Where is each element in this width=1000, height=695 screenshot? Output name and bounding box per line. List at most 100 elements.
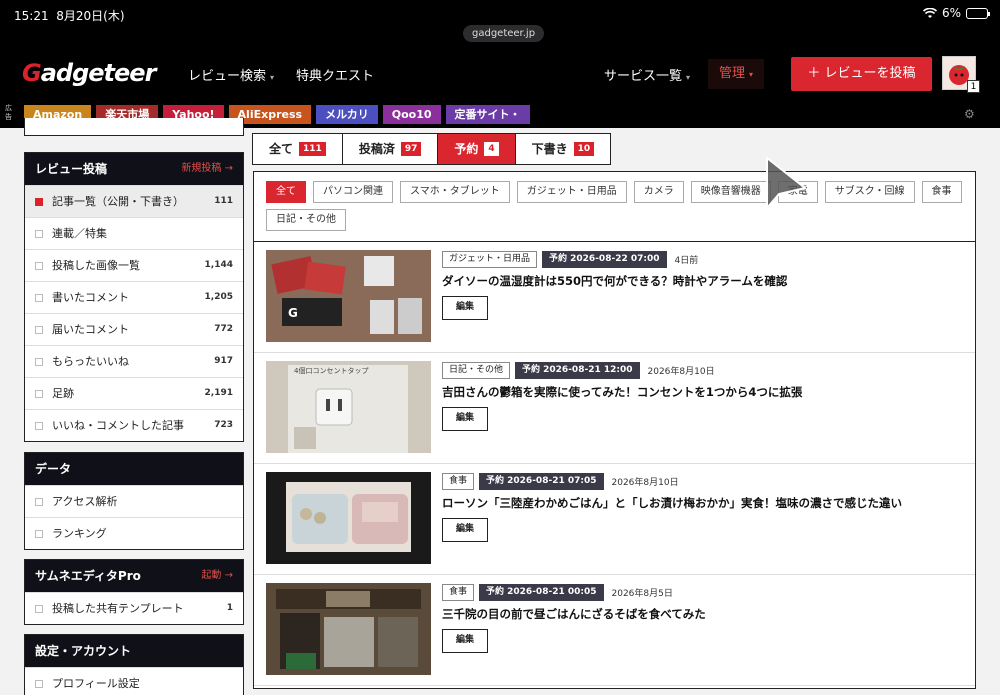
tab-label: 投稿済 [358,142,395,156]
post-thumbnail[interactable] [266,472,431,564]
category-filter[interactable]: 映像音響機器 [690,181,771,203]
services-menu[interactable]: サービス一覧 ▾ [604,65,690,84]
sidebar-item[interactable]: 連載／特集 [25,217,243,249]
panel-title: 設定・アカウント [25,635,243,667]
tab-count-badge: 10 [573,142,595,156]
tab-label: 全て [269,142,294,156]
site-header: Gadgeteer レビュー検索 ▾ 特典クエスト サービス一覧 ▾ 管理 ▾ ＋ レ… [0,48,1000,100]
category-tag[interactable]: 日記・その他 [442,362,511,379]
battery-percent: 6% [941,6,961,20]
sidebar-item[interactable]: 届いたコメント 772 [25,313,243,345]
sidebar-item[interactable]: 書いたコメント 1,205 [25,281,243,313]
gear-icon[interactable]: ⚙ [964,107,975,121]
post-thumbnail[interactable] [266,583,431,675]
sidebar-item[interactable]: もらったいいね 917 [25,345,243,377]
site-logo[interactable]: Gadgeteer [22,59,156,87]
post-date: 4日前 [674,256,699,266]
article-list: 全て パソコン関連 スマホ・タブレット ガジェット・日用品 カメラ 映像音響機器 家電 サブス… [253,171,976,689]
new-post-link[interactable]: 新規投稿 → [181,153,233,185]
schedule-badge: 予約 2026-08-22 07:00 [542,251,667,268]
sidebar-item-label: アクセス解析 [52,495,118,508]
sidebar-item[interactable]: いいね・コメントした記事 723 [25,409,243,441]
category-tag[interactable]: 食事 [442,473,475,490]
edit-button[interactable]: 編集 [442,518,488,542]
edit-button[interactable]: 編集 [442,407,488,431]
launch-link[interactable]: 起動 → [201,560,233,592]
sidebar-item[interactable]: プロフィール設定 [25,667,243,695]
caret-down-icon: ▾ [749,70,754,79]
category-filter[interactable]: 食事 [921,181,962,203]
sidebar-item-label: もらったいいね [52,355,129,368]
ad-link[interactable]: 定番サイト・ [445,105,530,124]
sidebar-thumbnail-panel: サムネエディタPro 起動 → 投稿した共有テンプレート 1 [24,559,244,625]
sidebar-item[interactable]: アクセス解析 [25,485,243,517]
edit-button[interactable]: 編集 [442,296,488,320]
edit-button[interactable]: 編集 [442,629,488,653]
sidebar-panel-top-remnant [24,118,244,136]
bullet-square-icon [35,530,43,538]
post-thumbnail[interactable]: 4個口コンセントタップ [266,361,431,453]
panel-title: サムネエディタPro 起動 → [25,560,243,592]
post-row: G ガジェット・日用品 予約 2026-08-22 07:00 4日前ダイソーの温湿度… [254,242,975,353]
status-right: 6% [922,6,990,20]
sidebar-item-label: 記事一覧（公開・下書き） [52,195,184,208]
sidebar-item-label: いいね・コメントした記事 [52,419,184,432]
category-tag[interactable]: ガジェット・日用品 [442,251,538,268]
nav-bonus-quest[interactable]: 特典クエスト [296,65,374,84]
post-title[interactable]: ローソン「三陸産わかめごはん」と「しお漬け梅おかか」実食！塩味の濃さで感じた違い [442,495,902,511]
ad-link[interactable]: Qoo10 [382,105,441,124]
battery-icon [966,7,990,19]
panel-title: レビュー投稿 新規投稿 → [25,153,243,185]
tab[interactable]: 全て 111 [252,133,343,165]
sidebar-item-count: 111 [214,196,233,206]
caret-down-icon: ▾ [686,73,691,82]
pointer-cursor-icon [766,156,808,211]
url-pill[interactable]: gadgeteer.jp [463,25,545,42]
post-title[interactable]: ダイソーの温湿度計は550円で何ができる？時計やアラームを確認 [442,273,787,289]
sidebar-item[interactable]: 投稿した共有テンプレート 1 [25,592,243,624]
post-date: 2026年8月10日 [647,367,715,377]
post-title[interactable]: 吉田さんの鬱箱を実際に使ってみた！コンセントを1つから4つに拡張 [442,384,802,400]
bullet-square-icon [35,498,43,506]
post-row: 食事 予約 2026-08-21 00:05 2026年8月5日 三千院の目の前で昼ご… [254,575,975,686]
post-thumbnail[interactable]: G [266,250,431,342]
tab-count-badge: 111 [299,142,326,156]
bullet-square-icon [35,358,43,366]
avatar-badge: 1 [967,80,980,93]
schedule-badge: 予約 2026-08-21 12:00 [515,362,640,379]
sidebar-item-label: ランキング [52,527,107,540]
sidebar-item[interactable]: 記事一覧（公開・下書き） 111 [25,185,243,217]
sidebar-item[interactable]: ランキング [25,517,243,549]
tab[interactable]: 投稿済 97 [341,133,439,165]
bullet-square-icon [35,198,43,206]
manage-menu[interactable]: 管理 ▾ [708,59,765,89]
category-filter[interactable]: 全て [266,181,306,203]
bullet-square-icon [35,230,43,238]
ad-link[interactable]: メルカリ [316,105,378,124]
sidebar-item-label: 届いたコメント [52,323,129,336]
status-tabs: 全て 111 投稿済 97 予約 4 下書き 10 [252,133,612,165]
tab[interactable]: 下書き 10 [514,133,612,165]
sidebar-item[interactable]: 足跡 2,191 [25,377,243,409]
tab[interactable]: 予約 4 [437,133,516,165]
status-bar: 15:21 8月20日(木) 6% gadgeteer.jp [0,0,1000,48]
bullet-square-icon [35,326,43,334]
category-filter[interactable]: カメラ [633,181,684,203]
post-review-button[interactable]: ＋ レビューを投稿 [791,57,932,91]
category-filter[interactable]: パソコン関連 [313,181,393,203]
sidebar-item-label: 投稿した画像一覧 [52,259,140,272]
bullet-square-icon [35,390,43,398]
bullet-square-icon [35,294,43,302]
wifi-icon [922,7,937,18]
category-filter[interactable]: サブスク・回線 [824,181,915,203]
sidebar-item-count: 2,191 [204,388,233,398]
category-tag[interactable]: 食事 [442,584,475,601]
schedule-badge: 予約 2026-08-21 07:05 [479,473,604,490]
tab-count-badge: 4 [484,142,499,156]
sidebar-item[interactable]: 投稿した画像一覧 1,144 [25,249,243,281]
category-filter[interactable]: 日記・その他 [266,209,346,231]
nav-review-search[interactable]: レビュー検索 ▾ [188,65,274,84]
post-title[interactable]: 三千院の目の前で昼ごはんにざるそばを食べてみた [442,606,706,622]
category-filter[interactable]: スマホ・タブレット [400,181,510,203]
category-filter[interactable]: ガジェット・日用品 [516,181,627,203]
